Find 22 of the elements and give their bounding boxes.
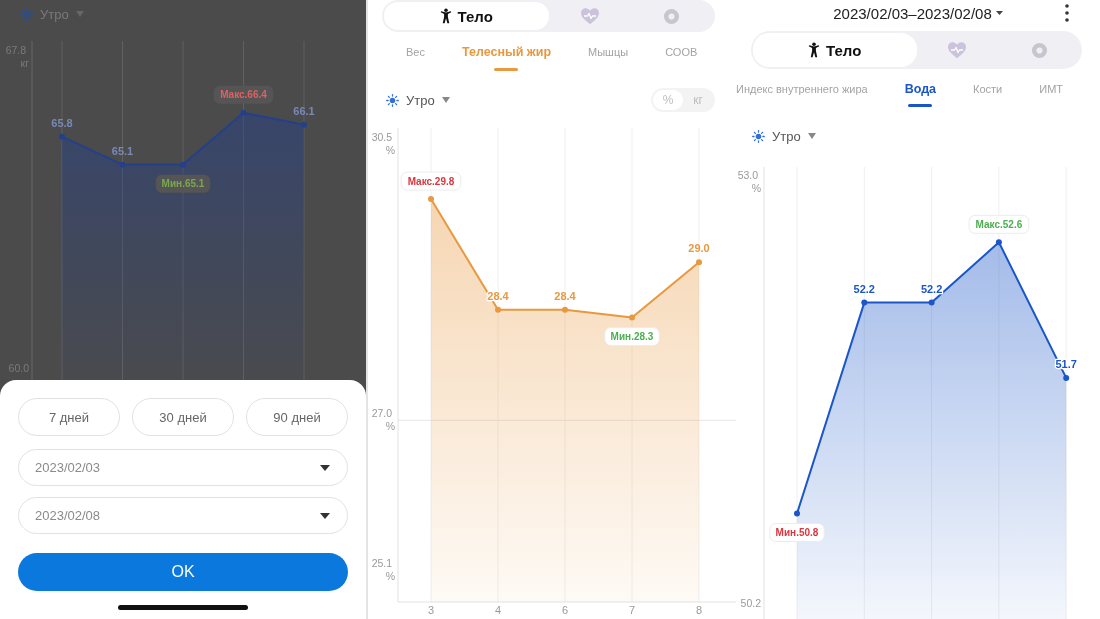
value-label: 52.2 [920, 282, 943, 295]
x-tick-label: 7 [628, 604, 636, 616]
y-tick-label: 25.1 % [371, 557, 395, 583]
max-value-label: Макс.66.4 [213, 85, 274, 104]
y-tick-label: 50.2 [740, 597, 761, 610]
x-tick-label: 4 [494, 604, 502, 616]
max-value-label: Макс.52.6 [968, 214, 1030, 234]
value-label: 66.1 [293, 104, 315, 117]
value-label: 65.1 [111, 144, 134, 157]
x-tick-label: 8 [695, 604, 703, 616]
y-tick-label: 30.5 % [371, 130, 395, 156]
value-label: 65.8 [51, 116, 73, 129]
x-tick-label: 6 [561, 604, 569, 616]
min-value-label: Мин.50.8 [769, 523, 825, 543]
max-value-label: Макс.29.8 [400, 171, 462, 191]
y-tick-label: 53.0 % [737, 169, 761, 195]
value-label: 28.4 [554, 289, 576, 302]
y-tick-label: 27.0 % [371, 407, 395, 433]
min-value-label: Мин.28.3 [604, 327, 660, 347]
value-label: 29.0 [688, 242, 710, 255]
x-tick-label: 3 [427, 604, 435, 616]
value-label: 52.2 [853, 282, 875, 295]
